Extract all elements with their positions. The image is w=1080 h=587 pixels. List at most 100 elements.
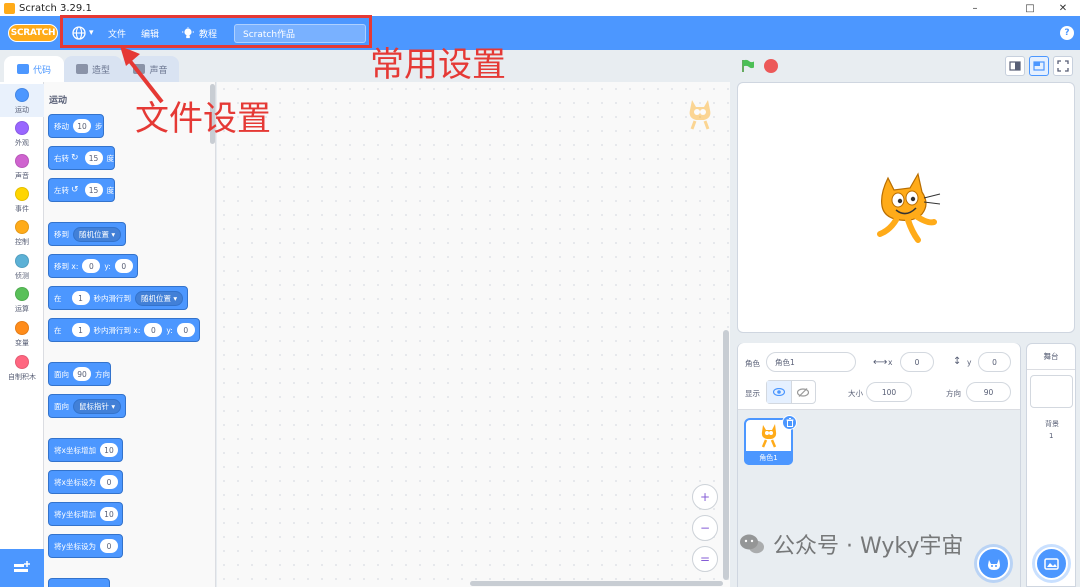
block-dropdown[interactable]: 鼠标指针 ▾ <box>73 398 122 414</box>
block-glide-xy[interactable]: 在 1 秒内滑行到 x: 0 y: 0 <box>48 318 200 342</box>
y-arrow-icon: ↕ <box>953 356 962 367</box>
block-input[interactable]: 15 <box>84 151 103 165</box>
block-dropdown[interactable]: 随机位置 ▾ <box>73 226 122 242</box>
script-area[interactable] <box>217 82 730 587</box>
block-turn-left[interactable]: 左转 ↺ 15 度 <box>48 178 116 202</box>
tab-costumes-label: 造型 <box>91 65 110 76</box>
block-input[interactable]: 0 <box>176 323 195 337</box>
add-backdrop-button[interactable] <box>1035 547 1068 580</box>
x-position-input[interactable]: 0 <box>900 352 934 372</box>
block-input[interactable]: 0 <box>114 259 133 273</box>
maximize-button[interactable]: □ <box>1015 0 1045 16</box>
block-text: 度 <box>106 185 115 195</box>
block-input[interactable]: 0 <box>82 259 101 273</box>
backdrop-thumbnail[interactable] <box>1030 375 1073 408</box>
block-change-x[interactable]: 将x坐标增加 10 <box>48 438 123 462</box>
add-sprite-button[interactable] <box>977 547 1010 580</box>
visibility-toggle <box>766 380 816 404</box>
zoom-in-button[interactable]: + <box>692 484 718 510</box>
cat-sprite-icon[interactable] <box>868 168 942 248</box>
block-input[interactable]: 90 <box>73 367 91 381</box>
category-motion[interactable]: 运动 <box>0 84 44 117</box>
delete-sprite-button[interactable] <box>782 415 797 430</box>
cat-thumbnail-icon <box>761 424 777 448</box>
category-dot <box>15 321 29 335</box>
show-eye-button[interactable] <box>767 381 792 403</box>
category-label: 侦测 <box>15 272 29 280</box>
help-button[interactable]: ? <box>1060 26 1074 40</box>
minimize-button[interactable]: – <box>960 0 990 16</box>
normal-stage-button[interactable] <box>1029 56 1049 76</box>
block-input[interactable]: 0 <box>99 475 118 489</box>
category-events[interactable]: 事件 <box>0 183 44 216</box>
block-set-x[interactable]: 将x坐标设为 0 <box>48 470 123 494</box>
category-label: 自制积木 <box>8 373 36 381</box>
hide-eye-button[interactable] <box>792 381 816 403</box>
block-partial[interactable] <box>48 578 110 587</box>
script-horizontal-scrollbar[interactable] <box>470 581 723 586</box>
sprite-watermark-icon <box>689 100 711 130</box>
category-label: 外观 <box>15 139 29 147</box>
add-extension-button[interactable] <box>0 549 44 587</box>
category-label: 事件 <box>15 205 29 213</box>
block-input[interactable]: 1 <box>71 291 90 305</box>
category-looks[interactable]: 外观 <box>0 117 44 150</box>
category-sensing[interactable]: 侦测 <box>0 250 44 283</box>
block-text: y: <box>104 261 111 271</box>
size-input[interactable]: 100 <box>866 382 912 402</box>
block-text: 将y坐标设为 <box>54 541 96 551</box>
watermark: 公众号 · Wyky宇宙 <box>739 528 963 560</box>
size-label: 大小 <box>848 389 863 398</box>
scratch-logo[interactable]: SCRATCH <box>8 24 58 42</box>
small-stage-button[interactable] <box>1005 56 1025 76</box>
tab-code[interactable]: 代码 <box>4 56 64 82</box>
block-glide[interactable]: 在 1 秒内滑行到 随机位置 ▾ <box>48 286 189 310</box>
category-my-blocks[interactable]: 自制积木 <box>0 351 44 384</box>
x-label: x <box>888 358 893 367</box>
category-dot <box>15 187 29 201</box>
category-sound[interactable]: 声音 <box>0 150 44 183</box>
category-control[interactable]: 控制 <box>0 216 44 249</box>
block-text: 秒内滑行到 x: <box>93 325 141 335</box>
block-input[interactable]: 15 <box>84 183 103 197</box>
zoom-out-button[interactable]: − <box>692 515 718 541</box>
green-flag-button[interactable] <box>741 59 755 73</box>
category-variables[interactable]: 变量 <box>0 317 44 350</box>
block-set-y[interactable]: 将y坐标设为 0 <box>48 534 123 558</box>
fullscreen-button[interactable] <box>1053 56 1073 76</box>
block-palette: 运动 移动 10 步 右转 ↻ 15 度 左转 ↺ 15 度 移到 随机位置 ▾… <box>44 82 216 587</box>
block-text: 右转 <box>54 153 69 163</box>
image-add-icon <box>1043 557 1059 570</box>
block-input[interactable]: 1 <box>71 323 90 337</box>
block-input[interactable]: 10 <box>99 507 118 521</box>
block-move-steps[interactable]: 移动 10 步 <box>48 114 104 138</box>
block-input[interactable]: 0 <box>99 539 118 553</box>
block-point-direction[interactable]: 面向 90 方向 <box>48 362 111 386</box>
stop-button[interactable] <box>764 59 778 73</box>
y-position-input[interactable]: 0 <box>978 352 1011 372</box>
direction-input[interactable]: 90 <box>966 382 1011 402</box>
category-menu: 运动 外观 声音 事件 控制 侦测 运算 变量 自制积木 <box>0 82 44 587</box>
category-dot <box>15 220 29 234</box>
block-text: 方向 <box>95 369 110 379</box>
block-dropdown[interactable]: 随机位置 ▾ <box>135 290 184 306</box>
block-turn-right[interactable]: 右转 ↻ 15 度 <box>48 146 116 170</box>
stage-selector-title: 舞台 <box>1027 344 1075 370</box>
block-goto-xy[interactable]: 移到 x: 0 y: 0 <box>48 254 138 278</box>
code-tab-icon <box>16 64 29 74</box>
normal-stage-icon <box>1033 61 1045 71</box>
close-button[interactable]: ✕ <box>1048 0 1078 16</box>
script-vertical-scrollbar[interactable] <box>723 330 729 580</box>
block-change-y[interactable]: 将y坐标增加 10 <box>48 502 123 526</box>
category-operators[interactable]: 运算 <box>0 283 44 316</box>
zoom-reset-button[interactable]: = <box>692 546 718 572</box>
block-input[interactable]: 10 <box>99 443 118 457</box>
block-text: y: <box>166 325 173 335</box>
block-point-towards[interactable]: 面向 鼠标指针 ▾ <box>48 394 127 418</box>
block-input[interactable]: 0 <box>144 323 163 337</box>
block-input[interactable]: 10 <box>73 119 91 133</box>
sprite-name-input[interactable]: 角色1 <box>766 352 856 372</box>
sprite-tile-name: 角色1 <box>744 451 793 465</box>
block-text: 步 <box>95 121 103 131</box>
block-goto[interactable]: 移到 随机位置 ▾ <box>48 222 127 246</box>
